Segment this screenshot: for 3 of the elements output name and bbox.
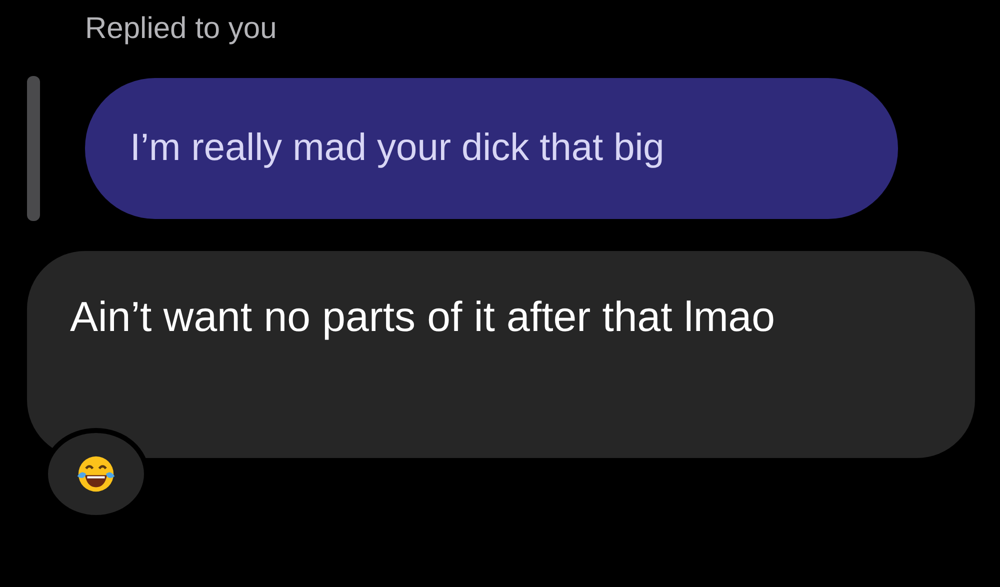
reply-label: Replied to you [85,12,277,46]
message-bubble[interactable]: Ain’t want no parts of it after that lmao [27,251,975,458]
quoted-message-bubble[interactable]: I’m really mad your dick that big [85,78,898,219]
